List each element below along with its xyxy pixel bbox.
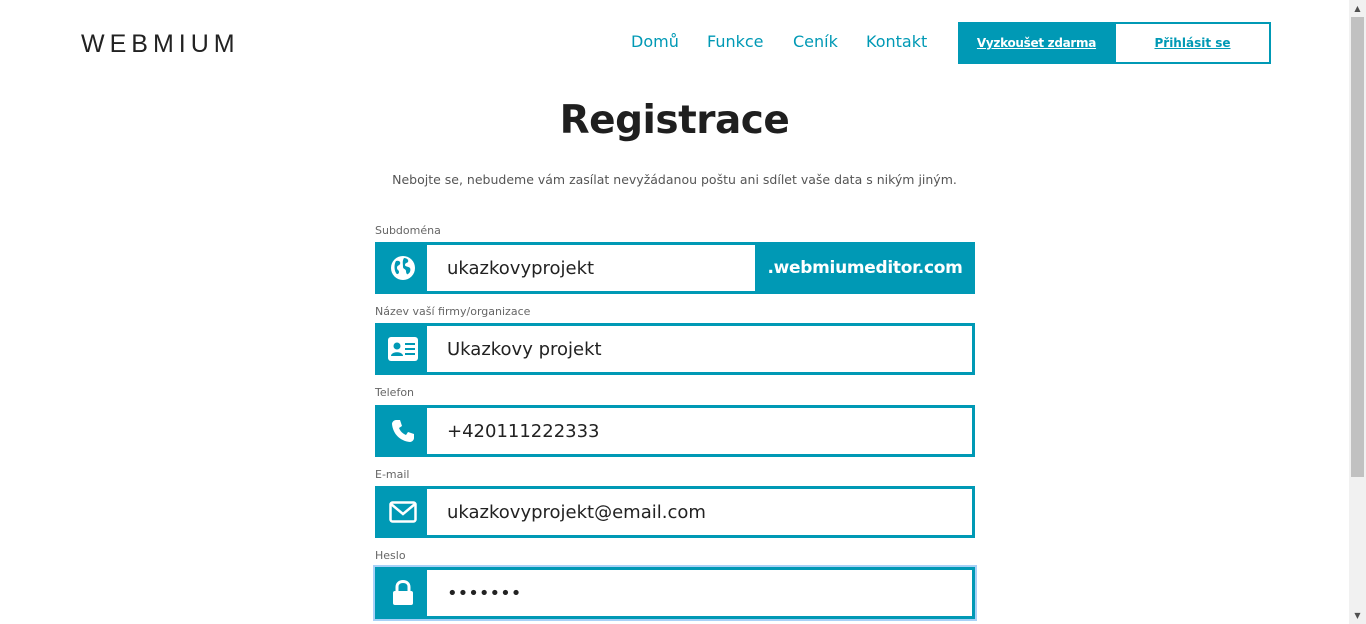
nav-link-contact[interactable]: Kontakt — [866, 32, 927, 51]
email-field[interactable]: ukazkovyprojekt@email.com — [375, 486, 975, 538]
company-input[interactable]: Ukazkovy projekt — [427, 326, 972, 372]
email-input[interactable]: ukazkovyprojekt@email.com — [427, 489, 972, 535]
scrollbar-thumb[interactable] — [1351, 17, 1364, 477]
phone-field[interactable]: +420111222333 — [375, 405, 975, 457]
subdomain-input[interactable]: ukazkovyprojekt — [427, 245, 755, 291]
envelope-icon — [378, 489, 427, 535]
subdomain-suffix: .webmiumeditor.com — [755, 245, 975, 291]
company-label: Název vaší firmy/organizace — [375, 305, 531, 318]
nav-link-pricing[interactable]: Ceník — [793, 32, 838, 51]
lock-icon — [378, 570, 427, 616]
page-title: Registrace — [559, 98, 790, 143]
email-label: E-mail — [375, 468, 410, 481]
phone-input[interactable]: +420111222333 — [427, 408, 972, 454]
subdomain-label: Subdoména — [375, 224, 441, 237]
subdomain-field[interactable]: ukazkovyprojekt .webmiumeditor.com — [375, 242, 975, 294]
phone-label: Telefon — [375, 386, 415, 399]
scroll-up-icon[interactable]: ▲ — [1349, 0, 1366, 17]
password-field[interactable]: ••••••• — [375, 567, 975, 619]
try-free-button[interactable]: Vyzkoušet zdarma — [958, 22, 1115, 64]
nav-link-home[interactable]: Domů — [631, 32, 679, 51]
id-card-icon — [378, 326, 427, 372]
scroll-down-icon[interactable]: ▼ — [1349, 607, 1366, 624]
login-button[interactable]: Přihlásit se — [1114, 22, 1271, 64]
password-input[interactable]: ••••••• — [427, 570, 972, 616]
globe-icon — [378, 245, 427, 291]
company-field[interactable]: Ukazkovy projekt — [375, 323, 975, 375]
nav-link-features[interactable]: Funkce — [707, 32, 764, 51]
page-subtitle: Nebojte se, nebudeme vám zasílat nevyžád… — [392, 172, 957, 187]
phone-icon — [378, 408, 427, 454]
page: WEBMIUM Domů Funkce Ceník Kontakt Vyzkou… — [0, 0, 1349, 624]
password-label: Heslo — [375, 549, 406, 562]
logo[interactable]: WEBMIUM — [81, 30, 240, 59]
